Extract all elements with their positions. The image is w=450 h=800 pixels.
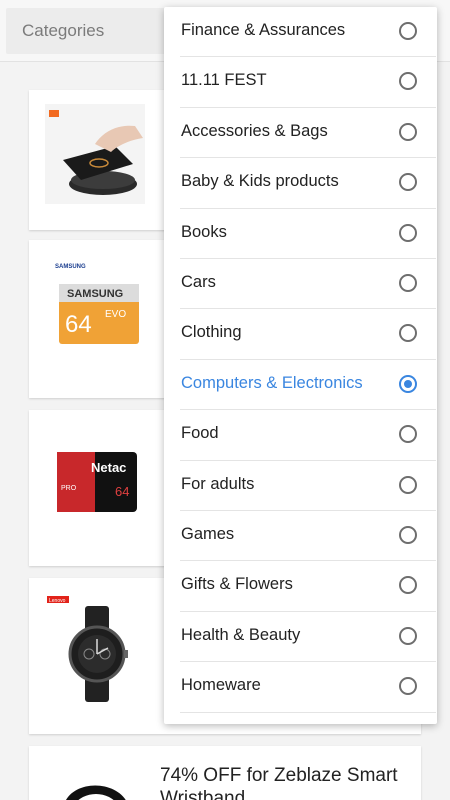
product-title: 74% OFF for Zeblaze Smart Wristband bbox=[160, 765, 398, 800]
radio-unchecked-icon[interactable] bbox=[399, 274, 417, 292]
category-option-label: Gifts & Flowers bbox=[181, 575, 293, 594]
category-option[interactable]: Finance & Assurances bbox=[180, 7, 436, 58]
product-card-zeblaze[interactable]: 74% OFF for Zeblaze Smart Wristband bbox=[29, 746, 421, 800]
categories-selector[interactable]: Categories bbox=[6, 8, 166, 54]
radio-unchecked-icon[interactable] bbox=[399, 324, 417, 343]
category-option[interactable]: Clothing bbox=[180, 309, 436, 360]
category-option-label: Cars bbox=[181, 273, 216, 291]
category-option-label: Finance & Assurances bbox=[181, 21, 346, 39]
category-option[interactable]: Games bbox=[180, 511, 436, 562]
radio-unchecked-icon[interactable] bbox=[399, 72, 417, 91]
category-option-label: Accessories & Bags bbox=[181, 121, 328, 140]
radio-unchecked-icon[interactable] bbox=[399, 677, 417, 696]
svg-text:PRO: PRO bbox=[61, 485, 77, 492]
svg-text:64: 64 bbox=[65, 311, 92, 338]
category-option[interactable]: Health & Beauty bbox=[180, 612, 436, 663]
category-option[interactable]: Food bbox=[180, 410, 436, 461]
svg-text:EVO: EVO bbox=[105, 309, 126, 320]
radio-checked-icon[interactable] bbox=[399, 374, 417, 393]
radio-unchecked-icon[interactable] bbox=[399, 626, 417, 645]
radio-unchecked-icon[interactable] bbox=[399, 173, 417, 192]
category-option[interactable]: 11.11 FEST bbox=[180, 57, 436, 108]
radio-unchecked-icon[interactable] bbox=[399, 223, 417, 242]
radio-unchecked-icon[interactable] bbox=[399, 122, 417, 141]
radio-unchecked-icon[interactable] bbox=[399, 22, 417, 40]
wireless-charger-image bbox=[45, 104, 145, 204]
category-option[interactable]: Baby & Kids products bbox=[180, 158, 436, 209]
category-option-label: Games bbox=[181, 525, 235, 543]
category-option[interactable]: For adults bbox=[180, 461, 436, 511]
category-option-label: Baby & Kids products bbox=[181, 172, 339, 191]
category-option-label: Computers & Electronics bbox=[181, 373, 363, 392]
samsung-memory-card-image: SAMSUNG SAMSUNG 64 EVO bbox=[45, 260, 145, 360]
radio-unchecked-icon[interactable] bbox=[399, 576, 417, 595]
radio-unchecked-icon[interactable] bbox=[399, 475, 417, 494]
svg-text:Lenovo: Lenovo bbox=[49, 598, 66, 604]
category-option[interactable]: Computers & Electronics bbox=[180, 360, 436, 411]
category-option-label: Clothing bbox=[181, 323, 242, 342]
category-option-label: 11.11 FEST bbox=[181, 71, 267, 90]
categories-label: Categories bbox=[22, 21, 105, 40]
radio-unchecked-icon[interactable] bbox=[399, 425, 417, 444]
svg-text:64: 64 bbox=[115, 484, 129, 499]
category-option-label: For adults bbox=[181, 474, 255, 493]
category-option-label: Homeware bbox=[181, 676, 261, 695]
smartwatch-image: Lenovo bbox=[45, 594, 145, 704]
category-option[interactable]: Cars bbox=[180, 259, 436, 310]
category-dropdown: Finance & Assurances 11.11 FEST Accessorie… bbox=[164, 7, 437, 724]
netac-memory-card-image: Netac PRO 64 bbox=[45, 434, 145, 534]
category-option[interactable]: Gifts & Flowers bbox=[180, 561, 436, 612]
category-option-label: Books bbox=[181, 222, 227, 241]
category-option[interactable]: Books bbox=[180, 209, 436, 259]
category-option-label: Food bbox=[181, 424, 219, 443]
wristband-image bbox=[45, 772, 145, 800]
category-option-label: Health & Beauty bbox=[181, 625, 301, 644]
radio-unchecked-icon[interactable] bbox=[399, 526, 417, 544]
svg-text:Netac: Netac bbox=[91, 460, 126, 475]
category-option[interactable]: Accessories & Bags bbox=[180, 108, 436, 159]
category-option[interactable]: Homeware bbox=[180, 662, 436, 713]
svg-text:SAMSUNG: SAMSUNG bbox=[55, 264, 86, 270]
svg-text:SAMSUNG: SAMSUNG bbox=[67, 288, 123, 300]
